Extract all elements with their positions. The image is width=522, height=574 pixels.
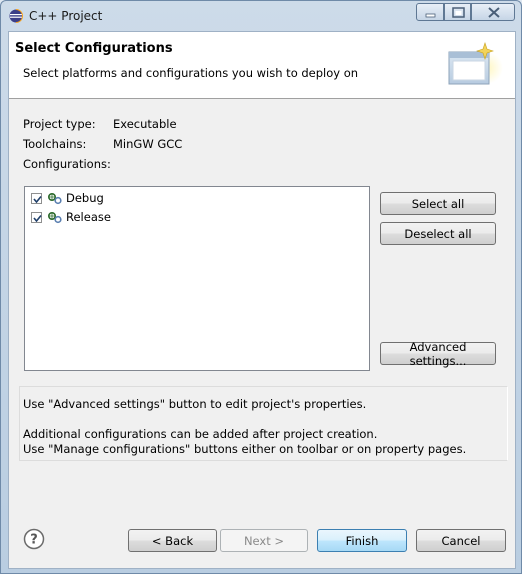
back-button[interactable]: < Back	[128, 529, 217, 552]
checkmark-icon	[33, 195, 42, 203]
minimize-button[interactable]	[416, 3, 444, 21]
maximize-button[interactable]	[444, 3, 471, 21]
page-description: Select platforms and configurations you …	[23, 66, 359, 80]
title-bar[interactable]: C++ Project	[1, 1, 521, 31]
close-icon	[488, 7, 500, 18]
release-checkbox[interactable]	[31, 211, 42, 223]
dialog-content: Select Configurations Select platforms a…	[8, 31, 516, 569]
cancel-button[interactable]: Cancel	[416, 529, 506, 552]
configurations-list[interactable]: Debug Release	[24, 186, 370, 371]
maximize-icon	[452, 7, 465, 18]
info-text-additional: Additional configurations can be added a…	[23, 427, 378, 441]
configuration-item-release[interactable]: Release	[31, 209, 111, 225]
checkmark-icon	[33, 214, 42, 222]
configuration-name: Release	[66, 210, 111, 224]
wizard-banner-icon	[448, 42, 503, 85]
configuration-name: Debug	[66, 191, 104, 205]
next-button[interactable]: Next >	[220, 529, 308, 552]
build-configuration-icon	[47, 211, 62, 223]
toolchains-label: Toolchains:	[23, 137, 87, 151]
svg-text:?: ?	[30, 533, 38, 548]
configurations-label: Configurations:	[23, 157, 111, 171]
finish-button[interactable]: Finish	[317, 529, 407, 552]
info-text-manage: Use "Manage configurations" buttons eith…	[23, 442, 467, 456]
minimize-icon	[425, 13, 436, 18]
app-icon	[9, 9, 23, 23]
debug-checkbox[interactable]	[31, 192, 42, 204]
build-configuration-icon	[47, 192, 62, 204]
window-title: C++ Project	[29, 9, 103, 23]
page-title: Select Configurations	[15, 41, 173, 56]
info-panel: Use "Advanced settings" button to edit p…	[19, 386, 508, 461]
toolchains-value: MinGW GCC	[113, 137, 183, 151]
configuration-item-debug[interactable]: Debug	[31, 190, 104, 206]
deselect-all-button[interactable]: Deselect all	[380, 222, 496, 245]
info-text-advanced: Use "Advanced settings" button to edit p…	[23, 397, 367, 411]
project-type-label: Project type:	[23, 117, 96, 131]
select-all-button[interactable]: Select all	[380, 192, 496, 215]
project-type-value: Executable	[113, 117, 177, 131]
dialog-window: C++ Project Select Configurations Select…	[0, 0, 522, 574]
help-icon[interactable]: ?	[23, 528, 45, 550]
advanced-settings-button[interactable]: Advanced settings...	[380, 340, 496, 368]
close-button[interactable]	[471, 3, 515, 21]
wizard-banner: Select Configurations Select platforms a…	[9, 32, 515, 99]
